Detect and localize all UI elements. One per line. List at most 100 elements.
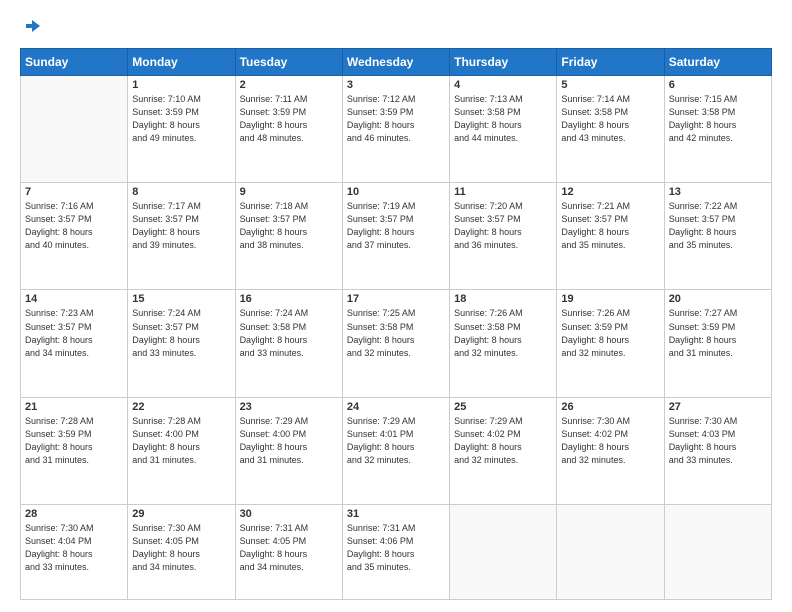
calendar-cell: 11 Sunrise: 7:20 AM Sunset: 3:57 PM Dayli… [450, 183, 557, 290]
calendar-week-row: 7 Sunrise: 7:16 AM Sunset: 3:57 PM Daylig… [21, 183, 772, 290]
day-info: Sunrise: 7:16 AM Sunset: 3:57 PM Dayligh… [25, 200, 123, 252]
day-number: 3 [347, 79, 445, 91]
weekday-header-thursday: Thursday [450, 49, 557, 76]
calendar-cell: 30 Sunrise: 7:31 AM Sunset: 4:05 PM Dayli… [235, 504, 342, 599]
calendar-cell: 25Sunrise: 7:29 AM Sunset: 4:02 PM Dayli… [450, 397, 557, 504]
calendar-week-row: 28 Sunrise: 7:30 AM Sunset: 4:04 PM Dayli… [21, 504, 772, 599]
calendar-cell: 18 Sunrise: 7:26 AM Sunset: 3:58 PM Dayli… [450, 290, 557, 397]
calendar-cell: 16 Sunrise: 7:24 AM Sunset: 3:58 PM Dayli… [235, 290, 342, 397]
calendar-cell: 1 Sunrise: 7:10 AM Sunset: 3:59 PM Daylig… [128, 76, 235, 183]
day-number: 29 [132, 508, 230, 520]
calendar-cell: 12 Sunrise: 7:21 AM Sunset: 3:57 PM Dayli… [557, 183, 664, 290]
day-number: 18 [454, 293, 552, 305]
day-number: 28 [25, 508, 123, 520]
calendar-cell: 27 Sunrise: 7:30 AM Sunset: 4:03 PM Dayli… [664, 397, 771, 504]
day-number: 13 [669, 186, 767, 198]
day-number: 23 [240, 401, 338, 413]
calendar-cell: 23 Sunrise: 7:29 AM Sunset: 4:00 PM Dayli… [235, 397, 342, 504]
calendar-cell: 10Sunrise: 7:19 AM Sunset: 3:57 PM Dayli… [342, 183, 449, 290]
calendar-cell: 28 Sunrise: 7:30 AM Sunset: 4:04 PM Dayli… [21, 504, 128, 599]
calendar-cell [664, 504, 771, 599]
weekday-header-tuesday: Tuesday [235, 49, 342, 76]
day-info: Sunrise: 7:29 AM Sunset: 4:00 PM Dayligh… [240, 415, 338, 467]
day-info: Sunrise: 7:17 AM Sunset: 3:57 PM Dayligh… [132, 200, 230, 252]
day-info: Sunrise: 7:28 AM Sunset: 3:59 PM Dayligh… [25, 415, 123, 467]
calendar-cell: 31Sunrise: 7:31 AM Sunset: 4:06 PM Dayli… [342, 504, 449, 599]
day-number: 19 [561, 293, 659, 305]
day-number: 22 [132, 401, 230, 413]
weekday-header-saturday: Saturday [664, 49, 771, 76]
day-number: 1 [132, 79, 230, 91]
day-number: 5 [561, 79, 659, 91]
day-info: Sunrise: 7:22 AM Sunset: 3:57 PM Dayligh… [669, 200, 767, 252]
day-number: 30 [240, 508, 338, 520]
day-info: Sunrise: 7:15 AM Sunset: 3:58 PM Dayligh… [669, 93, 767, 145]
day-info: Sunrise: 7:27 AM Sunset: 3:59 PM Dayligh… [669, 307, 767, 359]
calendar-cell: 6 Sunrise: 7:15 AM Sunset: 3:58 PM Daylig… [664, 76, 771, 183]
calendar-cell: 14Sunrise: 7:23 AM Sunset: 3:57 PM Dayli… [21, 290, 128, 397]
weekday-header-sunday: Sunday [21, 49, 128, 76]
day-number: 16 [240, 293, 338, 305]
day-number: 27 [669, 401, 767, 413]
calendar-week-row: 14Sunrise: 7:23 AM Sunset: 3:57 PM Dayli… [21, 290, 772, 397]
day-info: Sunrise: 7:25 AM Sunset: 3:58 PM Dayligh… [347, 307, 445, 359]
day-info: Sunrise: 7:30 AM Sunset: 4:03 PM Dayligh… [669, 415, 767, 467]
day-info: Sunrise: 7:23 AM Sunset: 3:57 PM Dayligh… [25, 307, 123, 359]
calendar-cell: 24 Sunrise: 7:29 AM Sunset: 4:01 PM Dayli… [342, 397, 449, 504]
calendar-table: SundayMondayTuesdayWednesdayThursdayFrid… [20, 48, 772, 600]
weekday-header-friday: Friday [557, 49, 664, 76]
calendar-cell: 3 Sunrise: 7:12 AM Sunset: 3:59 PM Daylig… [342, 76, 449, 183]
day-number: 26 [561, 401, 659, 413]
header [20, 18, 772, 38]
day-info: Sunrise: 7:13 AM Sunset: 3:58 PM Dayligh… [454, 93, 552, 145]
page: SundayMondayTuesdayWednesdayThursdayFrid… [0, 0, 792, 612]
day-info: Sunrise: 7:26 AM Sunset: 3:58 PM Dayligh… [454, 307, 552, 359]
day-info: Sunrise: 7:21 AM Sunset: 3:57 PM Dayligh… [561, 200, 659, 252]
day-number: 12 [561, 186, 659, 198]
day-number: 21 [25, 401, 123, 413]
day-info: Sunrise: 7:20 AM Sunset: 3:57 PM Dayligh… [454, 200, 552, 252]
day-number: 15 [132, 293, 230, 305]
calendar-week-row: 1 Sunrise: 7:10 AM Sunset: 3:59 PM Daylig… [21, 76, 772, 183]
calendar-cell [557, 504, 664, 599]
calendar-cell: 13 Sunrise: 7:22 AM Sunset: 3:57 PM Dayli… [664, 183, 771, 290]
day-info: Sunrise: 7:31 AM Sunset: 4:06 PM Dayligh… [347, 522, 445, 574]
day-info: Sunrise: 7:30 AM Sunset: 4:05 PM Dayligh… [132, 522, 230, 574]
calendar-cell: 19 Sunrise: 7:26 AM Sunset: 3:59 PM Dayli… [557, 290, 664, 397]
day-info: Sunrise: 7:12 AM Sunset: 3:59 PM Dayligh… [347, 93, 445, 145]
calendar-cell: 20 Sunrise: 7:27 AM Sunset: 3:59 PM Dayli… [664, 290, 771, 397]
calendar-cell: 8 Sunrise: 7:17 AM Sunset: 3:57 PM Daylig… [128, 183, 235, 290]
calendar-cell: 9 Sunrise: 7:18 AM Sunset: 3:57 PM Daylig… [235, 183, 342, 290]
calendar-cell: 5 Sunrise: 7:14 AM Sunset: 3:58 PM Daylig… [557, 76, 664, 183]
calendar-cell: 17 Sunrise: 7:25 AM Sunset: 3:58 PM Dayli… [342, 290, 449, 397]
day-info: Sunrise: 7:30 AM Sunset: 4:04 PM Dayligh… [25, 522, 123, 574]
day-number: 24 [347, 401, 445, 413]
day-info: Sunrise: 7:18 AM Sunset: 3:57 PM Dayligh… [240, 200, 338, 252]
day-info: Sunrise: 7:11 AM Sunset: 3:59 PM Dayligh… [240, 93, 338, 145]
day-number: 2 [240, 79, 338, 91]
calendar-cell: 4 Sunrise: 7:13 AM Sunset: 3:58 PM Daylig… [450, 76, 557, 183]
day-number: 6 [669, 79, 767, 91]
day-number: 4 [454, 79, 552, 91]
logo-flag-icon [22, 18, 42, 38]
calendar-cell [450, 504, 557, 599]
day-info: Sunrise: 7:10 AM Sunset: 3:59 PM Dayligh… [132, 93, 230, 145]
calendar-cell: 2 Sunrise: 7:11 AM Sunset: 3:59 PM Daylig… [235, 76, 342, 183]
day-number: 17 [347, 293, 445, 305]
day-info: Sunrise: 7:30 AM Sunset: 4:02 PM Dayligh… [561, 415, 659, 467]
calendar-cell [21, 76, 128, 183]
day-info: Sunrise: 7:29 AM Sunset: 4:02 PM Dayligh… [454, 415, 552, 467]
day-number: 20 [669, 293, 767, 305]
day-info: Sunrise: 7:26 AM Sunset: 3:59 PM Dayligh… [561, 307, 659, 359]
day-info: Sunrise: 7:29 AM Sunset: 4:01 PM Dayligh… [347, 415, 445, 467]
day-number: 11 [454, 186, 552, 198]
day-info: Sunrise: 7:14 AM Sunset: 3:58 PM Dayligh… [561, 93, 659, 145]
day-number: 10 [347, 186, 445, 198]
day-number: 7 [25, 186, 123, 198]
day-number: 8 [132, 186, 230, 198]
logo [20, 18, 42, 38]
weekday-header-monday: Monday [128, 49, 235, 76]
day-info: Sunrise: 7:24 AM Sunset: 3:58 PM Dayligh… [240, 307, 338, 359]
day-info: Sunrise: 7:31 AM Sunset: 4:05 PM Dayligh… [240, 522, 338, 574]
day-number: 9 [240, 186, 338, 198]
